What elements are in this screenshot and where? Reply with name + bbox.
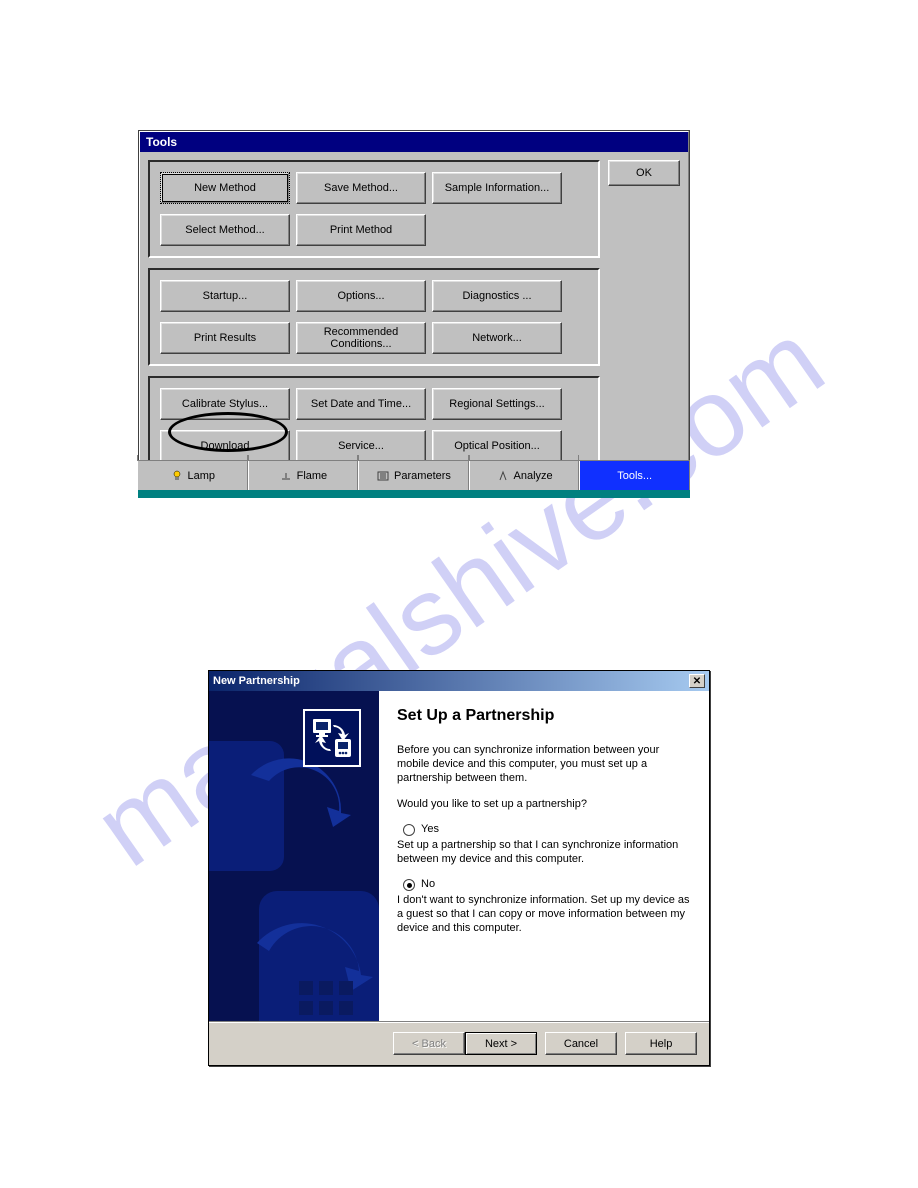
wizard-heading: Set Up a Partnership xyxy=(397,707,691,725)
startup-button[interactable]: Startup... xyxy=(160,280,290,312)
tab-lamp[interactable]: Lamp xyxy=(138,461,248,490)
tools-group-setup: Startup... Options... Diagnostics ... Pr… xyxy=(148,268,600,366)
print-method-button[interactable]: Print Method xyxy=(296,214,426,246)
sync-icon xyxy=(303,709,361,767)
recommended-conditions-button[interactable]: Recommended Conditions... xyxy=(296,322,426,354)
tab-label: Analyze xyxy=(514,470,553,482)
select-method-button[interactable]: Select Method... xyxy=(160,214,290,246)
radio-yes-label: Yes xyxy=(421,823,439,835)
diagnostics-button[interactable]: Diagnostics ... xyxy=(432,280,562,312)
radio-icon xyxy=(403,879,415,891)
partnership-titlebar: New Partnership ✕ xyxy=(209,671,709,691)
partnership-title-text: New Partnership xyxy=(213,675,300,687)
tab-label: Tools... xyxy=(617,470,652,482)
wizard-intro-text: Before you can synchronize information b… xyxy=(397,743,691,785)
sample-information-button[interactable]: Sample Information... xyxy=(432,172,562,204)
next-button[interactable]: Next > xyxy=(465,1032,537,1055)
flame-icon xyxy=(279,469,293,483)
close-icon: ✕ xyxy=(693,676,701,687)
network-button[interactable]: Network... xyxy=(432,322,562,354)
close-button[interactable]: ✕ xyxy=(689,674,705,688)
wizard-sidebar-graphic xyxy=(209,691,379,1021)
cancel-button[interactable]: Cancel xyxy=(545,1032,617,1055)
radio-no-label: No xyxy=(421,878,435,890)
tab-parameters[interactable]: Parameters xyxy=(358,461,469,490)
bottom-tab-bar: Lamp Flame Parameters Analyze Tools... xyxy=(138,460,690,490)
tab-label: Lamp xyxy=(188,470,216,482)
tools-titlebar: Tools xyxy=(140,132,688,152)
wizard-button-bar: < Back Next > Cancel Help xyxy=(209,1021,709,1065)
ok-button[interactable]: OK xyxy=(608,160,680,186)
tools-window: Tools New Method Save Method... Sample I… xyxy=(138,130,690,484)
taskbar-strip xyxy=(138,490,690,498)
lamp-icon xyxy=(170,469,184,483)
radio-option-yes[interactable]: Yes xyxy=(403,823,691,836)
parameters-icon xyxy=(376,469,390,483)
tab-tools[interactable]: Tools... xyxy=(579,461,690,490)
print-results-button[interactable]: Print Results xyxy=(160,322,290,354)
set-date-time-button[interactable]: Set Date and Time... xyxy=(296,388,426,420)
save-method-button[interactable]: Save Method... xyxy=(296,172,426,204)
calibrate-stylus-button[interactable]: Calibrate Stylus... xyxy=(160,388,290,420)
analyze-icon xyxy=(496,469,510,483)
regional-settings-button[interactable]: Regional Settings... xyxy=(432,388,562,420)
new-partnership-window: New Partnership ✕ xyxy=(208,670,710,1066)
tab-flame[interactable]: Flame xyxy=(248,461,359,490)
tools-group-method: New Method Save Method... Sample Informa… xyxy=(148,160,600,258)
options-button[interactable]: Options... xyxy=(296,280,426,312)
tab-label: Parameters xyxy=(394,470,451,482)
back-button[interactable]: < Back xyxy=(393,1032,465,1055)
new-method-button[interactable]: New Method xyxy=(160,172,290,204)
radio-yes-description: Set up a partnership so that I can synch… xyxy=(397,838,691,866)
radio-icon xyxy=(403,824,415,836)
radio-no-description: I don't want to synchronize information.… xyxy=(397,893,691,935)
wizard-content: Set Up a Partnership Before you can sync… xyxy=(379,691,709,1021)
tab-label: Flame xyxy=(297,470,328,482)
help-button[interactable]: Help xyxy=(625,1032,697,1055)
wizard-question-text: Would you like to set up a partnership? xyxy=(397,797,691,811)
radio-option-no[interactable]: No xyxy=(403,878,691,891)
document-page: manualshive.com Tools New Method Save Me… xyxy=(0,0,918,1188)
tab-analyze[interactable]: Analyze xyxy=(469,461,580,490)
